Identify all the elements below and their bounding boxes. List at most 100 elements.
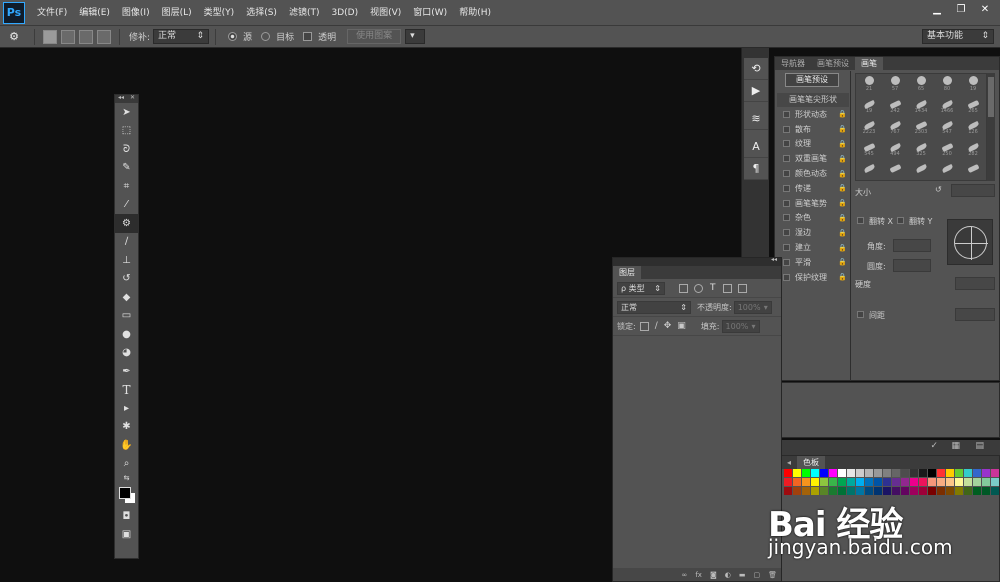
- flip-y-checkbox[interactable]: [897, 217, 904, 224]
- color-swatch[interactable]: [793, 478, 801, 486]
- color-swatch[interactable]: [874, 478, 882, 486]
- brush-tip-cell[interactable]: 2223: [856, 121, 882, 143]
- new-brush-icon[interactable]: ▤: [975, 441, 984, 451]
- tab-brush[interactable]: 画笔: [855, 57, 883, 70]
- color-swatch[interactable]: [784, 478, 792, 486]
- brush-tip-cell[interactable]: 1434: [908, 99, 934, 122]
- delete-layer-icon[interactable]: 🗑: [768, 571, 777, 579]
- new-layer-icon[interactable]: ▢: [753, 571, 760, 579]
- blur-tool[interactable]: ●: [115, 325, 138, 344]
- spacing-checkbox[interactable]: [857, 311, 864, 318]
- close-icon[interactable]: ✕: [130, 94, 135, 101]
- brush-tip-cell[interactable]: 65: [908, 74, 934, 100]
- brush-tip-cell[interactable]: 494: [882, 142, 908, 165]
- color-swatch[interactable]: [802, 487, 810, 495]
- color-swatch[interactable]: [865, 469, 873, 477]
- menu-filter[interactable]: 滤镜(T): [283, 0, 326, 26]
- brush-tip-cell[interactable]: 19: [856, 99, 882, 122]
- brush-option-item[interactable]: 画笔笔势 🔒: [777, 196, 849, 211]
- color-swatch[interactable]: [883, 487, 891, 495]
- grid-view-icon[interactable]: ▦: [951, 441, 960, 451]
- type-filter-icon[interactable]: T: [710, 283, 716, 293]
- color-swatch[interactable]: [955, 478, 963, 486]
- color-swatch[interactable]: [964, 469, 972, 477]
- adjustment-filter-icon[interactable]: [694, 283, 703, 293]
- layer-filter-select[interactable]: ρ 类型 ⇕: [617, 281, 665, 295]
- lock-all-icon[interactable]: ▣: [677, 321, 686, 331]
- brush-tip-cell[interactable]: [960, 164, 986, 180]
- brush-option-item[interactable]: 传递 🔒: [777, 181, 849, 196]
- lock-icon[interactable]: 🔒: [838, 258, 847, 266]
- color-swatch[interactable]: [901, 478, 909, 486]
- color-swatch[interactable]: [910, 478, 918, 486]
- brush-presets-button[interactable]: 画笔预设: [785, 73, 839, 87]
- lock-icon[interactable]: 🔒: [838, 229, 847, 237]
- color-swatch[interactable]: [883, 469, 891, 477]
- brush-option-item[interactable]: 建立 🔒: [777, 240, 849, 255]
- color-swatch[interactable]: [946, 487, 954, 495]
- color-swatch[interactable]: [820, 487, 828, 495]
- use-pattern-button[interactable]: 使用图案: [347, 29, 402, 44]
- zoom-tool[interactable]: ⌕: [115, 455, 138, 474]
- actions-play-icon[interactable]: ▶: [744, 80, 768, 102]
- brush-option-item[interactable]: 散布 🔒: [777, 122, 849, 137]
- lock-position-icon[interactable]: ✥: [664, 321, 672, 331]
- color-swatch[interactable]: [982, 487, 990, 495]
- color-swatch[interactable]: [856, 469, 864, 477]
- brush-tip-cell[interactable]: 767: [882, 121, 908, 143]
- menu-view[interactable]: 视图(V): [364, 0, 407, 26]
- transparent-checkbox[interactable]: [303, 32, 313, 41]
- quick-mask-icon[interactable]: ◘: [115, 507, 138, 526]
- brush-tip-cell[interactable]: 242: [882, 99, 908, 122]
- opacity-field[interactable]: 100% ▾: [733, 300, 772, 314]
- fill-field[interactable]: 100% ▾: [721, 319, 760, 333]
- color-swatch[interactable]: [919, 469, 927, 477]
- brush-option-checkbox[interactable]: [783, 140, 790, 148]
- color-swatch[interactable]: [829, 469, 837, 477]
- color-swatch[interactable]: [910, 469, 918, 477]
- patch-tool-preset-icon[interactable]: ⚙: [0, 30, 28, 43]
- color-swatch[interactable]: [874, 469, 882, 477]
- history-icon[interactable]: ⟲: [744, 58, 768, 80]
- brush-option-checkbox[interactable]: [783, 110, 790, 118]
- color-swatch[interactable]: [928, 478, 936, 486]
- brush-option-item[interactable]: 颜色动态 🔒: [777, 166, 849, 181]
- menu-help[interactable]: 帮助(H): [453, 0, 497, 26]
- color-swatch[interactable]: [820, 478, 828, 486]
- lock-icon[interactable]: 🔒: [838, 110, 847, 118]
- eraser-tool[interactable]: ◆: [115, 288, 138, 307]
- brush-option-item[interactable]: 杂色 🔒: [777, 211, 849, 226]
- menu-layer[interactable]: 图层(L): [156, 0, 198, 26]
- color-swatch[interactable]: [991, 478, 999, 486]
- color-swatch[interactable]: [865, 487, 873, 495]
- brush-tip-cell[interactable]: 57: [882, 74, 908, 100]
- color-swatch[interactable]: [865, 478, 873, 486]
- path-select-tool[interactable]: ▸: [115, 399, 138, 418]
- brush-tool[interactable]: ∕: [115, 233, 138, 252]
- color-swatch[interactable]: [784, 469, 792, 477]
- brush-tip-cell[interactable]: 21: [856, 74, 882, 100]
- type-tool[interactable]: T: [115, 381, 138, 400]
- history-brush-tool[interactable]: ↺: [115, 270, 138, 289]
- brush-option-item[interactable]: 纹理 🔒: [777, 137, 849, 152]
- color-swatch[interactable]: [847, 469, 855, 477]
- color-swatch[interactable]: [838, 487, 846, 495]
- lock-icon[interactable]: 🔒: [838, 214, 847, 222]
- crop-tool[interactable]: ⌗: [115, 177, 138, 196]
- hand-tool[interactable]: ✋: [115, 436, 138, 455]
- restore-button[interactable]: ❐: [950, 2, 972, 18]
- lock-icon[interactable]: 🔒: [838, 244, 847, 252]
- brush-tip-cell[interactable]: 547: [934, 121, 960, 143]
- brush-tip-cell[interactable]: [856, 164, 882, 180]
- tab-brush-presets[interactable]: 画笔预设: [811, 57, 855, 70]
- brush-preview-toggle-icon[interactable]: ✓: [930, 441, 938, 451]
- color-swatch[interactable]: [883, 478, 891, 486]
- layers-list[interactable]: [614, 336, 780, 569]
- quick-select-tool[interactable]: ✎: [115, 159, 138, 178]
- color-swatch[interactable]: [937, 469, 945, 477]
- brush-tip-cell[interactable]: 2303: [908, 121, 934, 143]
- move-tool[interactable]: ➤: [115, 103, 138, 122]
- pattern-picker[interactable]: ▾: [405, 29, 426, 44]
- layer-style-icon[interactable]: fx: [695, 571, 702, 579]
- color-swatch[interactable]: [955, 487, 963, 495]
